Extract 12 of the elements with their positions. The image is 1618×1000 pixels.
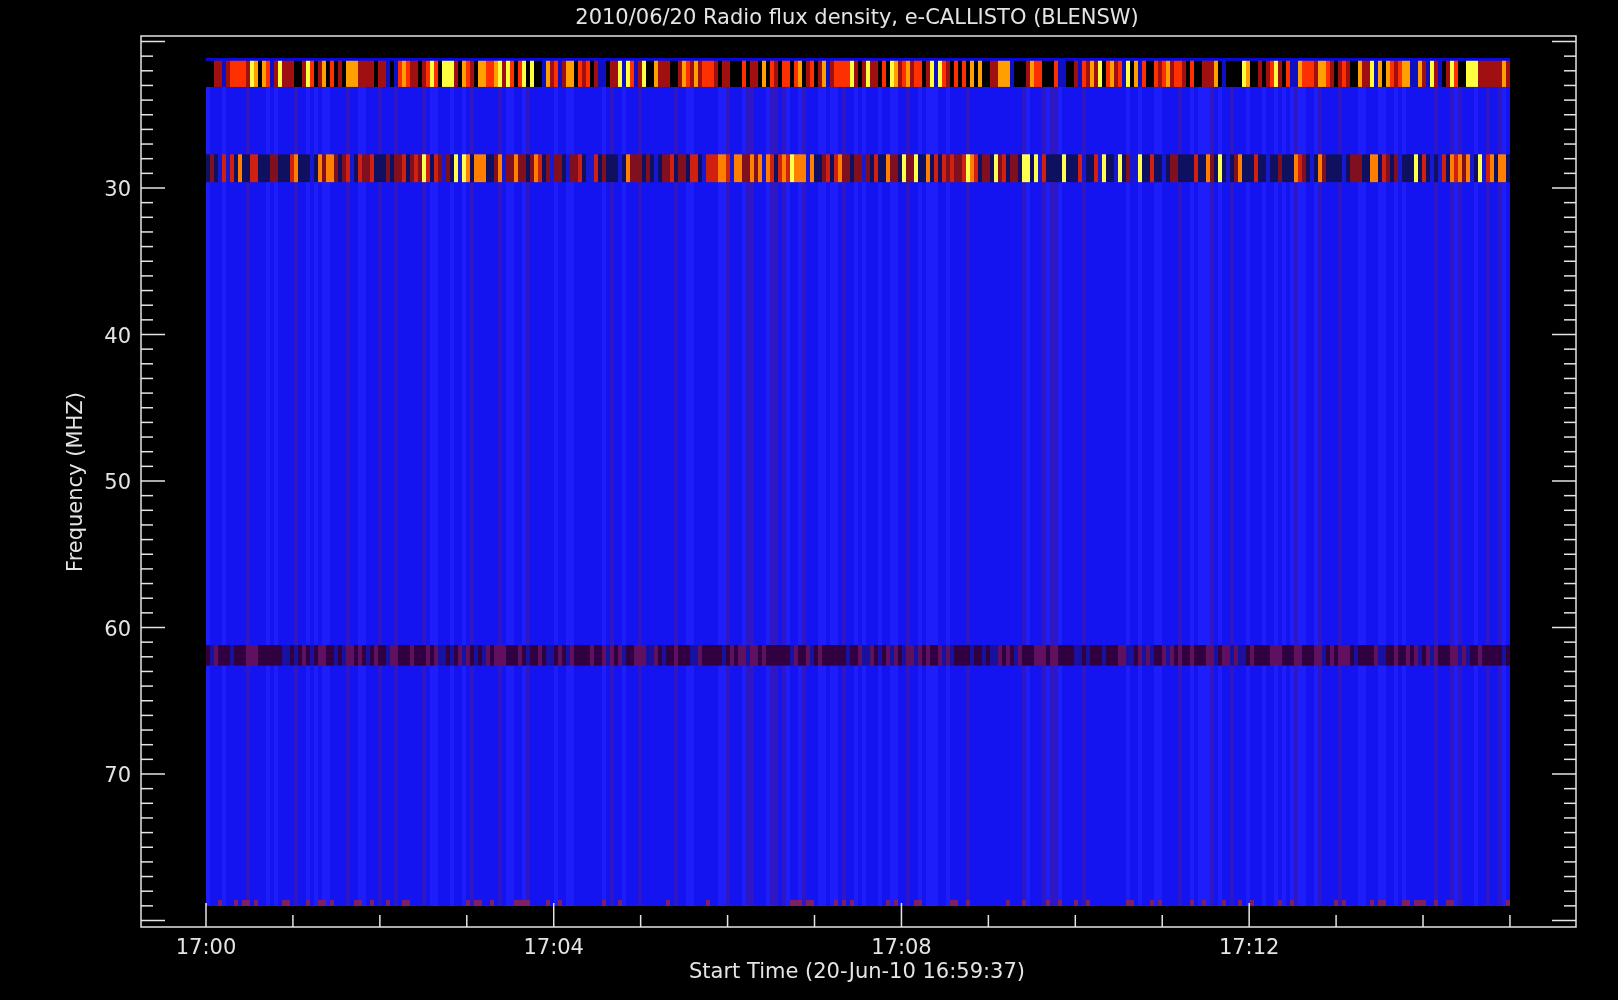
y-axis-title: Frequency (MHZ): [63, 392, 87, 572]
x-tick-label: 17:00: [175, 935, 237, 959]
x-axis-title: Start Time (20-Jun-10 16:59:37): [689, 959, 1025, 983]
x-tick-label: 17:04: [523, 935, 584, 959]
y-tick-label: 40: [104, 323, 131, 348]
x-tick-label: 17:12: [1218, 935, 1280, 959]
y-tick-label: 60: [104, 616, 131, 641]
y-tick-label: 70: [104, 763, 131, 787]
chart-title: 2010/06/20 Radio flux density, e-CALLISTO (BLENSW): [575, 5, 1139, 29]
x-tick-label: 17:08: [871, 935, 932, 959]
y-tick-label: 50: [104, 470, 131, 494]
y-tick-label: 30: [104, 177, 131, 201]
